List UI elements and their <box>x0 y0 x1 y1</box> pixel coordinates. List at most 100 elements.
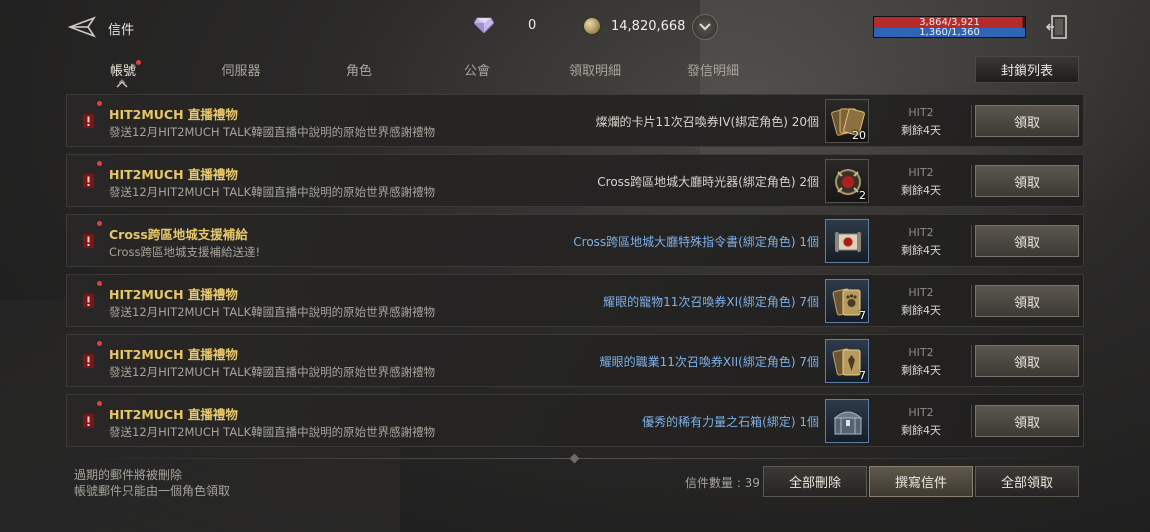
expiry-note: 過期的郵件將被刪除 <box>74 468 183 482</box>
mail-row[interactable]: HIT2MUCH 直播禮物 發送12月HIT2MUCH TALK韓國直播中說明的… <box>66 274 1084 327</box>
mail-sender: HIT2 <box>908 406 934 419</box>
tab-guild[interactable]: 公會 <box>418 60 536 79</box>
claim-button[interactable]: 領取 <box>975 285 1079 317</box>
mail-subject: HIT2MUCH 直播禮物 <box>109 287 238 302</box>
alert-icon <box>83 294 94 308</box>
mail-expire: 剩餘4天 <box>901 124 941 137</box>
diamond-amount: 0 <box>528 17 537 33</box>
compose-mail-button[interactable]: 撰寫信件 <box>869 466 973 497</box>
divider-diamond-icon <box>569 453 580 464</box>
item-name: 燦爛的卡片11次召喚券IV(綁定角色) 20個 <box>595 115 819 129</box>
item-slot[interactable]: 2 <box>825 159 869 203</box>
diamond-icon <box>474 17 494 33</box>
gold-amount: 14,820,668 <box>611 18 686 34</box>
mail-sender: HIT2 <box>908 226 934 239</box>
item-quantity: 2 <box>859 189 866 202</box>
unread-dot <box>97 401 102 406</box>
tab-character[interactable]: 角色 <box>300 60 418 79</box>
mail-description: Cross跨區地城支援補給送達! <box>109 245 261 259</box>
mail-description: 發送12月HIT2MUCH TALK韓國直播中說明的原始世界感謝禮物 <box>109 365 436 379</box>
item-slot[interactable]: 7 <box>825 279 869 323</box>
mail-subject: HIT2MUCH 直播禮物 <box>109 407 238 422</box>
mail-row[interactable]: HIT2MUCH 直播禮物 發送12月HIT2MUCH TALK韓國直播中說明的… <box>66 394 1084 447</box>
row-separator <box>971 345 972 378</box>
mail-description: 發送12月HIT2MUCH TALK韓國直播中說明的原始世界感謝禮物 <box>109 305 436 319</box>
mail-count: 信件數量 : 39 <box>685 476 760 490</box>
claim-button[interactable]: 領取 <box>975 225 1079 257</box>
mail-description: 發送12月HIT2MUCH TALK韓國直播中說明的原始世界感謝禮物 <box>109 425 436 439</box>
item-name: Cross跨區地城大廳時光器(綁定角色) 2個 <box>597 175 819 189</box>
item-name: 耀眼的職業11次召喚券XII(綁定角色) 7個 <box>599 355 819 369</box>
active-tab-indicator-icon <box>116 79 128 88</box>
tab-server[interactable]: 伺服器 <box>182 60 300 79</box>
alert-icon <box>83 234 94 248</box>
scroll-icon <box>835 232 861 252</box>
unread-dot <box>97 281 102 286</box>
mail-subject: HIT2MUCH 直播禮物 <box>109 167 238 182</box>
gold-currency: 14,820,668 <box>583 17 685 35</box>
alert-icon <box>83 354 94 368</box>
mail-sender: HIT2 <box>908 106 934 119</box>
item-quantity: 7 <box>859 369 866 382</box>
row-separator <box>971 165 972 198</box>
mail-expire: 剩餘4天 <box>901 304 941 317</box>
unread-dot <box>97 341 102 346</box>
back-button[interactable] <box>67 14 98 40</box>
delete-all-button[interactable]: 全部刪除 <box>763 466 867 497</box>
row-separator <box>971 405 972 438</box>
claim-button[interactable]: 領取 <box>975 105 1079 137</box>
mail-subject: HIT2MUCH 直播禮物 <box>109 107 238 122</box>
mail-row[interactable]: HIT2MUCH 直播禮物 發送12月HIT2MUCH TALK韓國直播中說明的… <box>66 154 1084 207</box>
notification-dot <box>136 60 141 65</box>
back-arrow-icon <box>67 16 97 38</box>
claim-button[interactable]: 領取 <box>975 345 1079 377</box>
mail-sender: HIT2 <box>908 166 934 179</box>
exit-button[interactable] <box>1044 13 1072 41</box>
tab-claim-history[interactable]: 領取明細 <box>536 60 654 79</box>
tab-account[interactable]: 帳號 <box>64 60 182 79</box>
item-name: 耀眼的寵物11次召喚券XI(綁定角色) 7個 <box>603 295 819 309</box>
diamond-currency: 0 <box>474 17 536 33</box>
mail-row[interactable]: HIT2MUCH 直播禮物 發送12月HIT2MUCH TALK韓國直播中說明的… <box>66 334 1084 387</box>
row-separator <box>971 285 972 318</box>
row-separator <box>971 225 972 258</box>
currency-dropdown-button[interactable] <box>692 14 718 40</box>
page-title: 信件 <box>108 23 135 38</box>
mail-row[interactable]: HIT2MUCH 直播禮物 發送12月HIT2MUCH TALK韓國直播中說明的… <box>66 94 1084 147</box>
chevron-down-icon <box>699 23 711 31</box>
mail-sender: HIT2 <box>908 346 934 359</box>
gold-coin-icon <box>583 17 601 35</box>
chest-icon <box>833 411 863 435</box>
mail-subject: HIT2MUCH 直播禮物 <box>109 347 238 362</box>
mail-list: HIT2MUCH 直播禮物 發送12月HIT2MUCH TALK韓國直播中說明的… <box>66 94 1084 448</box>
item-slot[interactable] <box>825 219 869 263</box>
mail-sender: HIT2 <box>908 286 934 299</box>
hp-mp-bar: 3,864/3,921 1,360/1,360 <box>873 16 1026 38</box>
unread-dot <box>97 221 102 226</box>
claim-button[interactable]: 領取 <box>975 165 1079 197</box>
unread-dot <box>97 161 102 166</box>
item-slot[interactable] <box>825 399 869 443</box>
item-quantity: 20 <box>852 129 866 142</box>
mp-bar: 1,360/1,360 <box>874 28 1025 38</box>
mail-expire: 剩餘4天 <box>901 244 941 257</box>
claim-button[interactable]: 領取 <box>975 405 1079 437</box>
block-list-button[interactable]: 封鎖列表 <box>975 56 1079 83</box>
mail-description: 發送12月HIT2MUCH TALK韓國直播中說明的原始世界感謝禮物 <box>109 185 436 199</box>
mail-row[interactable]: Cross跨區地城支援補給 Cross跨區地城支援補給送達! Cross跨區地城… <box>66 214 1084 267</box>
top-bar: 信件 0 14,820,668 3,864/3,921 1,360/1,360 <box>0 0 1150 56</box>
mail-expire: 剩餘4天 <box>901 424 941 437</box>
item-quantity: 7 <box>859 309 866 322</box>
alert-icon <box>83 114 94 128</box>
unread-dot <box>97 101 102 106</box>
mail-subject: Cross跨區地城支援補給 <box>109 227 248 242</box>
item-slot[interactable]: 20 <box>825 99 869 143</box>
claim-all-button[interactable]: 全部領取 <box>975 466 1079 497</box>
mail-description: 發送12月HIT2MUCH TALK韓國直播中說明的原始世界感謝禮物 <box>109 125 436 139</box>
alert-icon <box>83 414 94 428</box>
item-name: 優秀的稀有力量之石箱(綁定) 1個 <box>642 415 819 429</box>
row-separator <box>971 105 972 138</box>
mail-expire: 剩餘4天 <box>901 184 941 197</box>
item-slot[interactable]: 7 <box>825 339 869 383</box>
tab-send-history[interactable]: 發信明細 <box>654 60 772 79</box>
